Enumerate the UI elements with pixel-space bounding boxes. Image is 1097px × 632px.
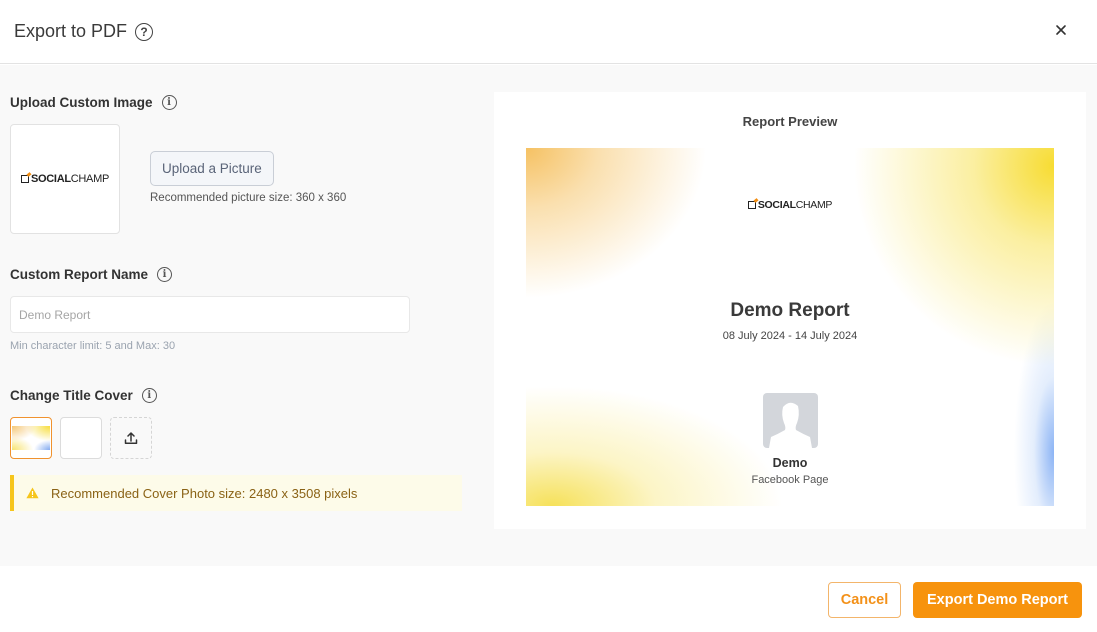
cover-size-warning: Recommended Cover Photo size: 2480 x 350… [10,475,462,511]
dialog-title: Export to PDF [14,21,128,41]
report-preview-title: Report Preview [742,114,838,129]
warning-triangle-icon [26,487,39,499]
upload-icon [124,432,138,444]
warning-text: Recommended Cover Photo size: 2480 x 350… [51,485,358,501]
close-x-icon [1056,25,1066,35]
preview-date-range: 08 July 2024 - 14 July 2024 [722,330,858,342]
report-name-hint: Min character limit: 5 and Max: 30 [10,340,176,352]
report-name-input[interactable] [10,296,410,333]
info-circle-icon[interactable]: i [161,94,177,110]
preview-report-name: Demo Report [730,300,850,321]
info-circle-icon[interactable]: i [157,266,173,282]
export-pdf-dialog: Export to PDF ? Upload Custom Image i SO… [0,0,1097,632]
brand-light-text: CHAMP [795,199,833,211]
report-preview-panel: Report Preview SOCIAL CHAMP Demo Report 0… [494,92,1086,529]
socialchamp-logo: SOCIAL CHAMP [21,173,109,185]
default-avatar-icon [763,393,818,448]
preview-profile-name: Demo [772,456,808,470]
cover-option-gradient[interactable] [10,417,52,459]
export-report-button[interactable]: Export Demo Report [913,582,1082,618]
checkbox-logo-icon [21,175,29,183]
cancel-button[interactable]: Cancel [828,582,901,618]
custom-image-preview: SOCIAL CHAMP [10,124,120,234]
title-cover-section-label: Change Title Cover i [10,385,157,405]
cover-option-blank[interactable] [60,417,102,459]
cover-option-upload[interactable] [110,417,152,459]
brand-bold-text: SOCIAL [31,173,71,185]
report-name-label: Custom Report Name [10,266,149,282]
preview-profile-type: Facebook Page [751,474,829,486]
close-button[interactable] [1053,22,1069,38]
dialog-footer: Cancel Export Demo Report [0,566,1097,632]
info-circle-icon[interactable]: i [141,387,157,403]
report-cover-preview: SOCIAL CHAMP Demo Report 08 July 2024 - 1… [526,148,1054,506]
checkbox-logo-icon [747,201,756,209]
report-name-section-label: Custom Report Name i [10,264,173,284]
dialog-body: Upload Custom Image i SOCIAL CHAMP Upload… [0,65,1097,566]
upload-image-label: Upload Custom Image [10,94,153,110]
upload-picture-button[interactable]: Upload a Picture [150,151,274,186]
gradient-cover-thumbnail [12,426,50,450]
brand-bold-text: SOCIAL [757,199,796,211]
brand-light-text: CHAMP [70,173,110,185]
dialog-header: Export to PDF ? [0,0,1097,64]
title-cover-label: Change Title Cover [10,387,133,403]
question-circle-icon[interactable]: ? [135,22,154,41]
upload-image-section-label: Upload Custom Image i [10,92,177,112]
upload-picture-hint: Recommended picture size: 360 x 360 [150,192,347,204]
socialchamp-logo: SOCIAL CHAMP [526,199,1054,211]
